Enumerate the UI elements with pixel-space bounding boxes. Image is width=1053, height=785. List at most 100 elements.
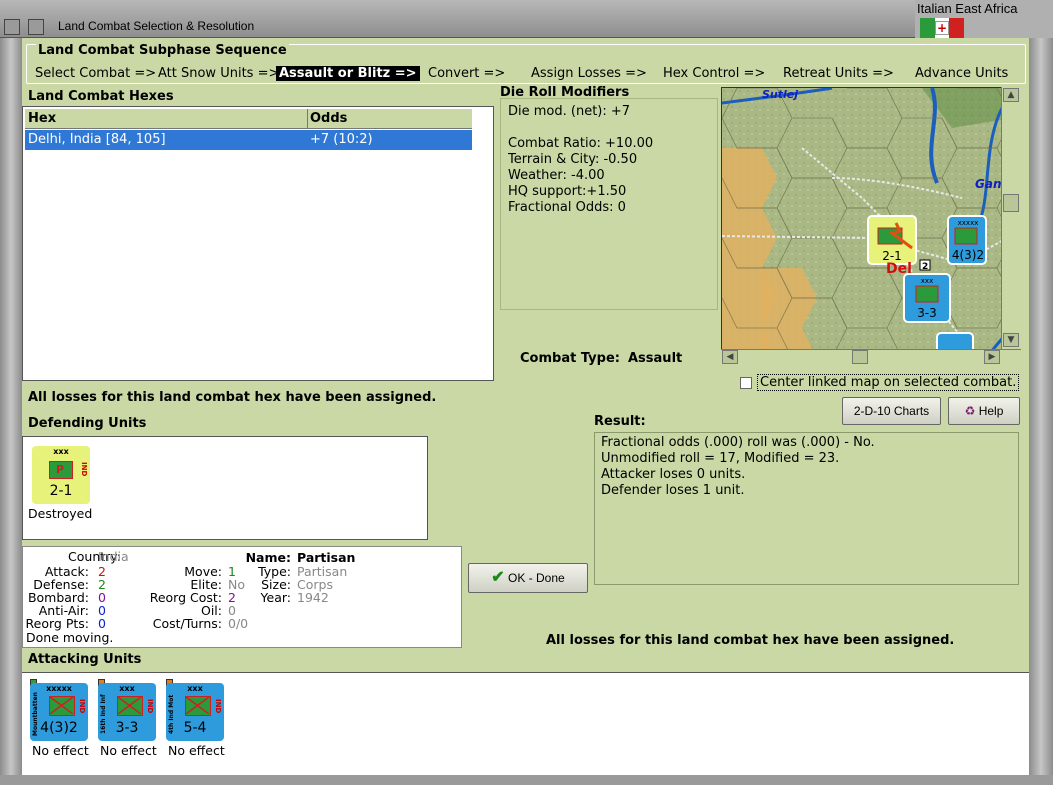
modifier-hq-support: HQ support:+1.50 (508, 184, 627, 199)
map-unit-strength: 3-3 (917, 306, 937, 320)
unit-strength: 3-3 (115, 720, 139, 736)
motorized-symbol-icon (185, 696, 211, 716)
result-line: Attacker loses 0 units. (601, 467, 746, 482)
modifier-net: Die mod. (net): +7 (508, 104, 631, 119)
defending-unit-counter[interactable]: xxx P IND 2-1 (32, 446, 90, 504)
unit-strength: 2-1 (49, 483, 73, 499)
done-moving-text: Done moving. (26, 630, 114, 645)
ok-done-button[interactable]: ✔ OK - Done (468, 563, 588, 593)
ok-done-label: OK - Done (508, 571, 565, 585)
die-roll-modifiers-panel: Die mod. (net): +7 Combat Ratio: +10.00 … (500, 98, 718, 310)
system-menu-icon[interactable] (4, 19, 20, 35)
column-header-hex[interactable]: Hex (28, 111, 56, 126)
map-unit-delhi-defender[interactable]: 2-1 (867, 215, 917, 265)
losses-assigned-message-bottom: All losses for this land combat hex have… (546, 633, 955, 648)
nation-name: Italian East Africa (917, 1, 1018, 16)
scroll-down-icon[interactable]: ▼ (1003, 333, 1019, 347)
unit-strength: 5-4 (183, 720, 207, 736)
unit-nationality: IND (80, 462, 88, 477)
combat-hexes-label: Land Combat Hexes (28, 89, 174, 104)
modifier-fractional-odds: Fractional Odds: 0 (508, 200, 626, 215)
map-canvas: Sutlej Gan 2-1 xxxxx 4(3)2 xxx 3-3 Del 2 (722, 88, 1020, 364)
losses-assigned-message: All losses for this land combat hex have… (28, 390, 437, 405)
map-unit-army[interactable]: xxxxx 4(3)2 (947, 215, 987, 265)
modifier-terrain: Terrain & City: -0.50 (508, 152, 638, 167)
name-value: Partisan (297, 550, 356, 565)
charts-button-label: 2-D-10 Charts (853, 404, 930, 418)
unit-nationality: IND (146, 699, 154, 714)
unit-size: xxx (53, 447, 69, 456)
italy-flag-icon: + (920, 18, 965, 38)
step-convert: Convert => (428, 66, 506, 81)
frame-right (1029, 38, 1053, 785)
unit-nationality: IND (214, 699, 222, 714)
center-map-label[interactable]: Center linked map on selected combat. (757, 374, 1020, 391)
map-badge-count: 2 (922, 262, 928, 272)
name-label: Name: (245, 550, 291, 565)
hexes-table-header: Hex Odds (25, 109, 472, 129)
defending-units-panel: xxx P IND 2-1 Destroyed (22, 436, 428, 540)
title-bar[interactable]: Land Combat Selection & Resolution (0, 0, 915, 38)
result-line: Unmodified roll = 17, Modified = 23. (601, 451, 840, 466)
attacking-units-panel: xxxxx Mountbatten IND 4(3)2 No effect xx… (22, 672, 1029, 775)
combat-hexes-list[interactable]: Hex Odds Delhi, India [84, 105] +7 (10:2… (22, 106, 494, 381)
map-label-ganges: Gan (975, 177, 1002, 191)
reorg-pts-value: 0 (98, 616, 106, 631)
unit-letter: P (56, 463, 65, 476)
cost-turns-label: Cost/Turns: (152, 616, 222, 631)
nation-panel: Italian East Africa + (915, 0, 1053, 38)
combat-type-label: Combat Type: (520, 351, 620, 366)
unit-strength: 4(3)2 (40, 720, 78, 736)
linked-map[interactable]: Sutlej Gan 2-1 xxxxx 4(3)2 xxx 3-3 Del 2 (721, 87, 1021, 365)
map-unit-infantry[interactable]: xxx 3-3 (903, 273, 951, 323)
scroll-right-icon[interactable]: ▶ (984, 350, 1000, 364)
step-assault-or-blitz: Assault or Blitz => (276, 66, 420, 81)
map-unit-size: xxx (921, 277, 933, 285)
odds-cell: +7 (10:2) (310, 132, 373, 147)
result-label: Result: (594, 414, 646, 429)
modifier-weather: Weather: -4.00 (508, 168, 605, 183)
attacking-unit-status: No effect (100, 743, 157, 758)
country-value: India (98, 549, 129, 564)
step-att-snow-units: Att Snow Units => (158, 66, 280, 81)
cost-turns-value: 0/0 (228, 616, 249, 631)
modifier-combat-ratio: Combat Ratio: +10.00 (508, 136, 654, 151)
result-line: Fractional odds (.000) roll was (.000) -… (601, 435, 875, 450)
column-header-odds[interactable]: Odds (310, 111, 347, 126)
attacking-unit-counter[interactable]: xxxxx Mountbatten IND 4(3)2 (30, 683, 88, 741)
scroll-thumb[interactable] (1003, 194, 1019, 212)
infantry-symbol-icon (49, 696, 75, 716)
attacking-unit-counter[interactable]: xxx 4th Ind Mot IND 5-4 (166, 683, 224, 741)
step-select-combat: Select Combat => (35, 66, 157, 81)
map-vertical-scrollbar[interactable]: ▲ ▼ (1001, 87, 1021, 349)
frame-left (0, 38, 22, 785)
partisan-symbol-icon: P (49, 461, 73, 479)
subphase-sequence-title: Land Combat Subphase Sequence (36, 43, 289, 58)
help-button-label: Help (978, 404, 1004, 418)
hexes-scrollbar[interactable] (472, 108, 492, 379)
year-label: Year: (260, 590, 291, 605)
frame-bottom (0, 775, 1053, 785)
attacking-units-label: Attacking Units (28, 652, 142, 667)
attacking-unit-status: No effect (32, 743, 89, 758)
unit-nationality: IND (78, 699, 86, 714)
table-row[interactable]: Delhi, India [84, 105] +7 (10:2) (25, 130, 472, 150)
map-horizontal-scrollbar[interactable]: ◀ ▶ (721, 349, 1021, 365)
hex-cell: Delhi, India [84, 105] (28, 132, 166, 147)
scroll-left-icon[interactable]: ◀ (722, 350, 738, 364)
attacking-unit-counter[interactable]: xxx 16th Ind Inf IND 3-3 (98, 683, 156, 741)
map-label-sutlej: Sutlej (762, 88, 798, 101)
step-advance-units: Advance Units (915, 66, 1009, 81)
scroll-up-icon[interactable]: ▲ (1003, 88, 1019, 102)
result-line: Defender loses 1 unit. (601, 483, 745, 498)
scroll-thumb[interactable] (852, 350, 868, 364)
map-label-delhi: Del (886, 261, 912, 277)
help-button[interactable]: ♻ Help (948, 397, 1020, 425)
reorg-pts-label: Reorg Pts: (25, 616, 89, 631)
window-icon (28, 19, 44, 35)
step-assign-losses: Assign Losses => (531, 66, 647, 81)
charts-button[interactable]: 2-D-10 Charts (842, 397, 941, 425)
infantry-symbol-icon (117, 696, 143, 716)
step-retreat-units: Retreat Units => (783, 66, 894, 81)
center-map-checkbox[interactable] (740, 377, 752, 389)
